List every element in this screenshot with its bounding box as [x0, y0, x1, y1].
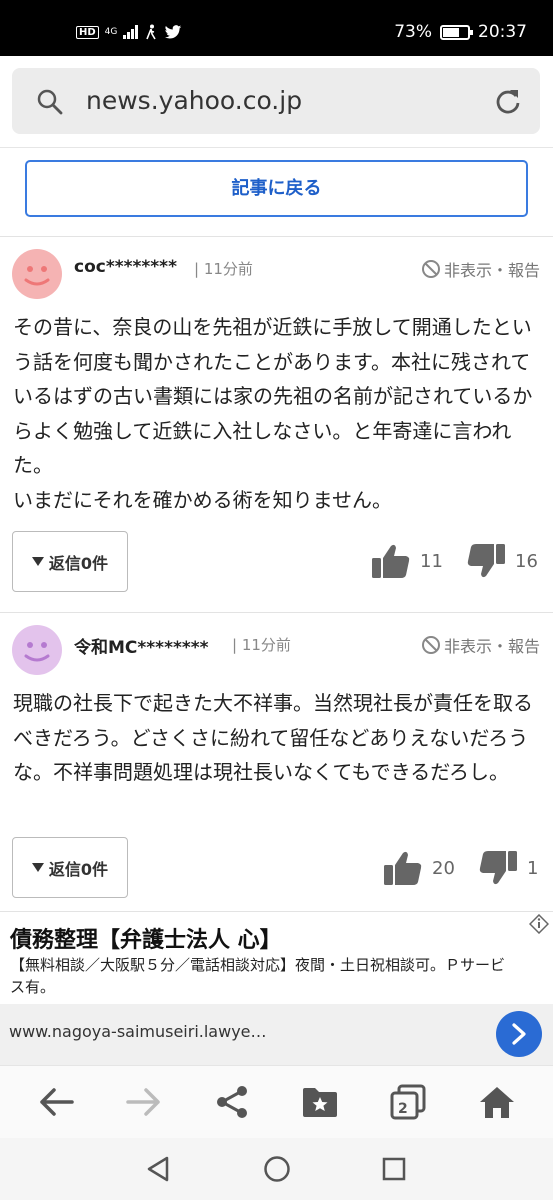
reply-label: 返信0件 — [48, 859, 109, 879]
triangle-down-icon — [31, 862, 44, 872]
tab-count: 2 — [398, 1101, 408, 1117]
tabs-button[interactable]: 2 — [388, 1082, 428, 1122]
dislike-button[interactable]: 16 — [467, 543, 538, 579]
ad-footer[interactable]: www.nagoya-saimuseiri.lawye… — [0, 1004, 553, 1065]
search-icon — [37, 89, 63, 115]
hide-report-label: 非表示・報告 — [443, 637, 540, 656]
block-icon — [421, 260, 440, 278]
battery-percent: 73% — [394, 22, 432, 42]
comment: coc******** | 11分前 非表示・報告 その昔に、奈良の山を先祖が近… — [0, 237, 553, 612]
ad-block[interactable]: 債務整理【弁護士法人 心】 【無料相談／大阪駅５分／電話相談対応】夜間・土日祝相… — [0, 912, 553, 1065]
like-button[interactable]: 20 — [384, 850, 455, 886]
comment-body: その昔に、奈良の山を先祖が近鉄に手放して開通したという話を何度も聞かされたことが… — [13, 315, 533, 512]
hide-report-link[interactable]: 非表示・報告 — [421, 633, 540, 657]
like-count: 11 — [420, 550, 443, 572]
back-arrow-button[interactable] — [36, 1082, 76, 1122]
nav-back-button[interactable] — [143, 1154, 173, 1184]
comment: 令和MC******** | 11分前 非表示・報告 現職の社長下で起きた大不祥… — [0, 613, 553, 911]
twitter-icon — [165, 24, 182, 39]
dislike-button[interactable]: 1 — [479, 850, 538, 886]
system-navigation-bar — [0, 1138, 553, 1200]
ad-url[interactable]: www.nagoya-saimuseiri.lawye… — [9, 1022, 267, 1041]
ad-info-icon[interactable] — [529, 914, 549, 934]
ad-description: 【無料相談／大阪駅５分／電話相談対応】夜間・土日祝相談可。Ｐサービス有。 — [10, 956, 506, 996]
url-text[interactable]: news.yahoo.co.jp — [86, 86, 302, 115]
walking-icon — [146, 24, 157, 40]
like-count: 20 — [432, 857, 455, 879]
bookmark-folder-icon — [303, 1088, 337, 1117]
home-icon — [480, 1087, 514, 1118]
smiley-icon — [24, 642, 50, 662]
hd-icon: HD — [76, 25, 99, 39]
comment-body: 現職の社長下で起きた大不祥事。当然現社長が責任を取るべきだろう。どさくさに紛れて… — [13, 691, 533, 784]
user-name[interactable]: 令和MC******** — [74, 633, 209, 658]
share-button[interactable] — [212, 1082, 252, 1122]
comment-time: | 11分前 — [194, 260, 253, 278]
like-button[interactable]: 11 — [372, 543, 443, 579]
back-to-article-button[interactable]: 記事に戻る — [25, 160, 528, 217]
status-bar: HD 4G 73% 20:37 — [0, 0, 553, 56]
bookmarks-button[interactable] — [300, 1082, 340, 1122]
smiley-icon — [24, 266, 50, 286]
signal-icon — [123, 25, 139, 39]
battery-fill — [443, 27, 460, 37]
comment-time: | 11分前 — [232, 636, 291, 654]
thumbs-up-icon — [372, 544, 410, 578]
time-text: 11分前 — [241, 636, 291, 654]
avatar — [12, 625, 62, 675]
thumbs-down-icon — [479, 851, 517, 885]
address-bar[interactable]: news.yahoo.co.jp — [12, 68, 540, 134]
nav-back-icon — [147, 1156, 169, 1182]
thumbs-down-icon — [467, 544, 505, 578]
hide-report-label: 非表示・報告 — [443, 261, 540, 280]
reload-icon[interactable] — [494, 87, 522, 115]
dislike-count: 16 — [515, 550, 538, 572]
nav-home-button[interactable] — [262, 1154, 292, 1184]
ad-title[interactable]: 債務整理【弁護士法人 心】 — [10, 922, 282, 954]
home-button[interactable] — [477, 1082, 517, 1122]
chevron-right-icon — [512, 1023, 526, 1045]
tabs-icon — [390, 1084, 426, 1120]
triangle-down-icon — [31, 556, 44, 566]
status-right: 73% 20:37 — [394, 22, 527, 42]
nav-recents-icon — [382, 1157, 406, 1181]
clock: 20:37 — [478, 22, 527, 42]
ad-go-button[interactable] — [496, 1011, 542, 1057]
time-text: 11分前 — [203, 260, 253, 278]
address-bar-area: news.yahoo.co.jp — [0, 56, 553, 148]
reply-label: 返信0件 — [48, 553, 109, 573]
network-type: 4G — [104, 27, 118, 37]
status-left-icons: HD 4G — [76, 24, 182, 40]
browser-toolbar: 2 — [0, 1065, 553, 1138]
dislike-count: 1 — [527, 857, 539, 879]
forward-arrow-button[interactable] — [124, 1082, 164, 1122]
user-name[interactable]: coc******** — [74, 257, 177, 277]
nav-recents-button[interactable] — [379, 1154, 409, 1184]
back-arrow-icon — [40, 1088, 74, 1116]
reply-button[interactable]: 返信0件 — [12, 837, 128, 898]
thumbs-up-icon — [384, 851, 422, 885]
hide-report-link[interactable]: 非表示・報告 — [421, 257, 540, 281]
battery-icon — [440, 24, 473, 40]
avatar — [12, 249, 62, 299]
reply-button[interactable]: 返信0件 — [12, 531, 128, 592]
block-icon — [421, 636, 440, 654]
forward-arrow-icon — [126, 1088, 160, 1116]
nav-home-icon — [264, 1156, 290, 1182]
share-icon — [217, 1086, 247, 1118]
